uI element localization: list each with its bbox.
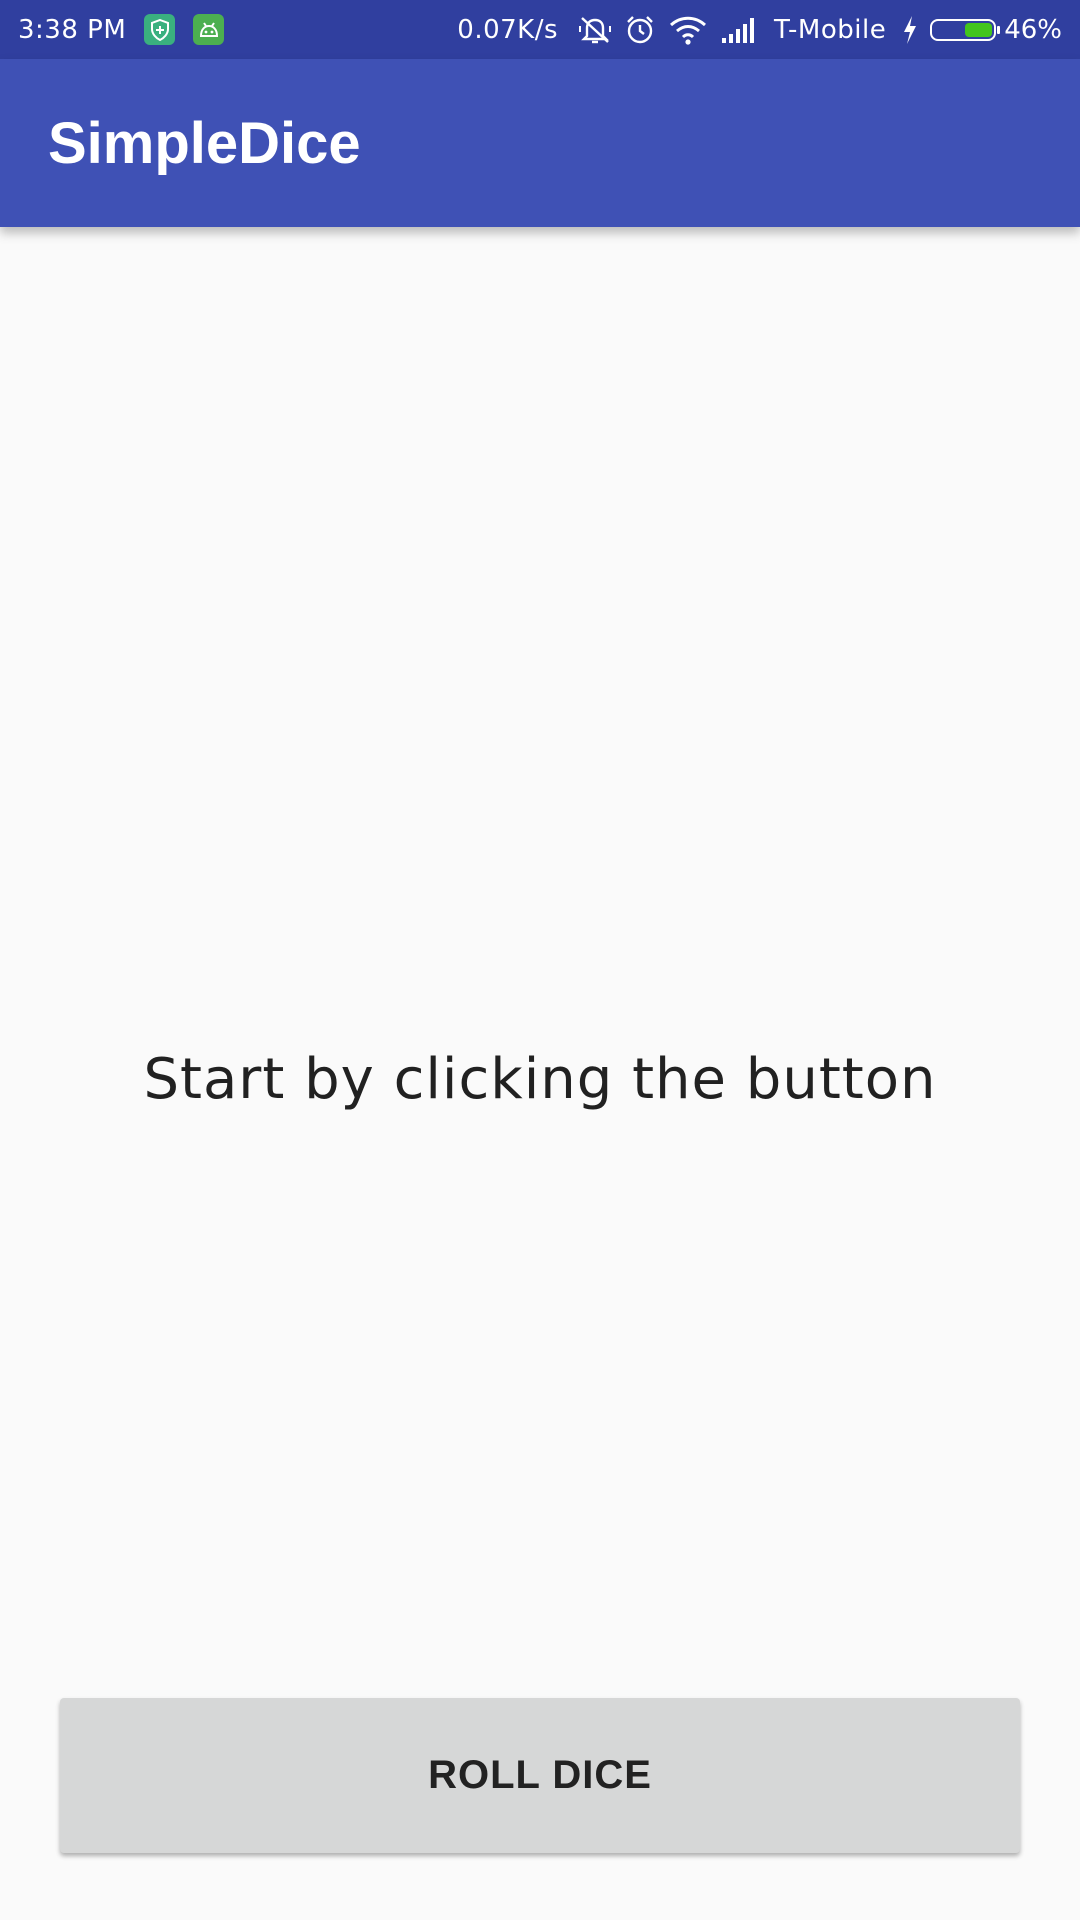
charging-bolt-icon bbox=[902, 15, 918, 45]
status-bar: 3:38 PM 0.07K/s T-Mobile 46% bbox=[0, 0, 1080, 59]
battery-nub bbox=[997, 25, 1001, 34]
status-right: 0.07K/s T-Mobile 46% bbox=[457, 14, 1062, 46]
status-time: 3:38 PM bbox=[18, 14, 127, 45]
app-bar: SimpleDice bbox=[0, 59, 1080, 227]
instruction-text: Start by clicking the button bbox=[143, 1047, 937, 1112]
status-left: 3:38 PM bbox=[18, 14, 242, 45]
carrier-name: T-Mobile bbox=[774, 14, 887, 45]
android-notification-icon bbox=[193, 14, 225, 45]
battery-icon bbox=[930, 18, 1001, 41]
main-content: Start by clicking the button ROLL DICE bbox=[0, 227, 1080, 1920]
network-speed: 0.07K/s bbox=[457, 14, 559, 45]
roll-dice-button[interactable]: ROLL DICE bbox=[60, 1698, 1020, 1853]
signal-bars-icon bbox=[720, 16, 760, 44]
battery-level-fill bbox=[965, 22, 993, 37]
app-title: SimpleDice bbox=[48, 110, 361, 176]
wifi-icon bbox=[668, 15, 708, 45]
shield-notification-icon bbox=[144, 14, 176, 45]
silent-bell-icon bbox=[578, 14, 612, 46]
battery-percent: 46% bbox=[1004, 14, 1062, 45]
alarm-clock-icon bbox=[624, 14, 656, 46]
